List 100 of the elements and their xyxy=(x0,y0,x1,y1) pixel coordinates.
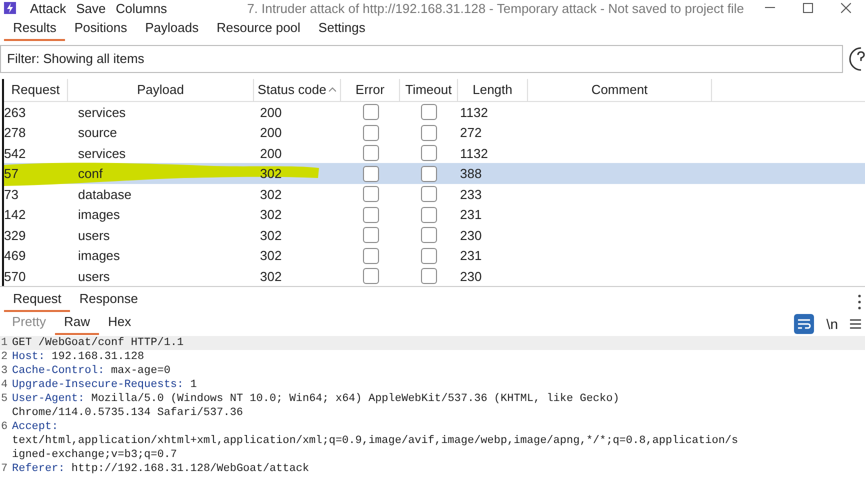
column-header[interactable]: Status code xyxy=(254,78,341,101)
table-cell-text: 57 xyxy=(4,165,20,184)
app-logo-icon xyxy=(4,2,16,14)
table-cell-text: 302 xyxy=(259,247,283,266)
column-header[interactable]: Length xyxy=(458,78,528,101)
table-row[interactable]: 278 source 200 272 xyxy=(4,122,865,143)
table-cell-text: 302 xyxy=(259,206,283,224)
tab[interactable]: Pretty xyxy=(3,314,55,335)
table-row[interactable]: 329 users 302 230 xyxy=(4,224,865,246)
code-line: Accept: xyxy=(12,420,60,434)
table-cell-text: conf xyxy=(77,165,104,184)
filter-bar[interactable]: Filter: Showing all items xyxy=(0,44,843,73)
table-cell-text: source xyxy=(77,124,118,142)
checkbox[interactable] xyxy=(362,124,378,141)
maximize-icon[interactable] xyxy=(803,3,813,14)
menu-item[interactable]: Save xyxy=(76,0,106,16)
checkbox[interactable] xyxy=(421,145,437,162)
table-cell-text: 231 xyxy=(459,206,483,224)
checkbox[interactable] xyxy=(362,227,378,244)
table-cell-text: 1132 xyxy=(459,144,489,163)
sort-caret-icon xyxy=(329,87,336,92)
code-line: Chrome/114.0.5735.134 Safari/537.36 xyxy=(12,406,244,420)
table-cell-text: 302 xyxy=(259,226,283,245)
table-cell-text: 200 xyxy=(259,104,283,122)
checkbox[interactable] xyxy=(362,186,378,202)
checkbox[interactable] xyxy=(362,145,378,162)
table-cell-text: 329 xyxy=(4,226,27,245)
wrap-lines-icon[interactable] xyxy=(794,314,814,334)
table-cell-text: 388 xyxy=(459,165,483,184)
line-number: 5 xyxy=(0,392,9,406)
tab[interactable]: Payloads xyxy=(136,20,208,41)
tab[interactable]: Request xyxy=(4,291,70,312)
table-cell-text: 233 xyxy=(459,186,483,204)
checkbox[interactable] xyxy=(421,268,437,284)
tab[interactable]: Response xyxy=(70,291,147,312)
table-row[interactable]: 263 services 200 1132 xyxy=(4,102,865,122)
code-line: Cache-Control: max-age=0 xyxy=(12,364,172,378)
column-header[interactable]: Payload xyxy=(68,78,254,101)
tab[interactable]: Hex xyxy=(98,314,140,335)
close-icon[interactable] xyxy=(841,3,851,14)
checkbox[interactable] xyxy=(421,206,437,223)
table-cell-text: services xyxy=(77,104,127,122)
code-line: Referer: http://192.168.31.128/WebGoat/attack xyxy=(12,462,310,476)
code-line: text/html,application/xhtml+xml,application/xml;q=0.9,image/avif,image/webp,image/apng,*/*;q=0.8,application/s xyxy=(12,434,740,448)
table-cell-text: 230 xyxy=(459,268,483,286)
column-header[interactable]: Error xyxy=(341,78,400,101)
table-cell-text: 231 xyxy=(459,247,483,266)
checkbox[interactable] xyxy=(421,124,437,141)
checkbox[interactable] xyxy=(362,166,378,182)
checkbox[interactable] xyxy=(421,248,437,264)
table-cell-text: 278 xyxy=(4,124,27,142)
table-cell-text: 570 xyxy=(4,268,27,286)
checkbox[interactable] xyxy=(362,104,378,120)
table-cell-text: 302 xyxy=(259,268,283,286)
table-cell-text: users xyxy=(77,226,111,245)
tab[interactable]: Positions xyxy=(65,20,136,41)
table-cell-text: 230 xyxy=(459,226,483,245)
table-cell-text: 142 xyxy=(4,206,27,224)
table-cell-text: 1132 xyxy=(459,104,489,122)
checkbox[interactable] xyxy=(362,206,378,223)
column-header[interactable]: Comment xyxy=(528,78,712,101)
column-header[interactable]: Timeout xyxy=(400,78,458,101)
line-number: 3 xyxy=(0,364,9,378)
line-number: 4 xyxy=(0,378,9,392)
checkbox[interactable] xyxy=(421,104,437,120)
checkbox[interactable] xyxy=(421,227,437,244)
code-line: Host: 192.168.31.128 xyxy=(12,350,146,364)
table-cell-text: images xyxy=(77,206,121,224)
tab[interactable]: Settings xyxy=(309,20,374,41)
menu-item[interactable]: Columns xyxy=(116,0,168,16)
table-row[interactable]: 469 images 302 231 xyxy=(4,245,865,266)
column-header[interactable]: Request xyxy=(4,78,68,101)
table-cell-text: 302 xyxy=(259,186,283,204)
table-cell-text: 73 xyxy=(4,186,20,204)
line-number: 2 xyxy=(0,350,9,364)
code-line: User-Agent: Mozilla/5.0 (Windows NT 10.0; Win64; x64) AppleWebKit/537.36 (KHTML, like Gecko) xyxy=(12,392,620,406)
more-options-icon[interactable] xyxy=(858,294,861,310)
menu-item[interactable]: Attack xyxy=(30,0,66,16)
line-number: 1 xyxy=(0,336,9,350)
table-cell-text: 542 xyxy=(4,144,27,163)
table-row[interactable]: 142 images 302 231 xyxy=(4,204,865,225)
window-title: 7. Intruder attack of http://192.168.31.128 - Temporary attack - Not saved to project file xyxy=(247,0,744,16)
table-row[interactable]: 570 users 302 230 xyxy=(4,266,865,286)
tab[interactable]: Resource pool xyxy=(208,20,310,41)
table-cell-text: services xyxy=(77,144,127,163)
table-cell-text: 272 xyxy=(459,124,483,142)
checkbox[interactable] xyxy=(421,166,437,182)
table-cell-text: database xyxy=(77,186,132,204)
checkbox[interactable] xyxy=(421,186,437,202)
help-icon[interactable] xyxy=(849,46,865,71)
checkbox[interactable] xyxy=(362,268,378,284)
menu-icon[interactable] xyxy=(850,319,861,330)
tab[interactable]: Results xyxy=(4,20,66,41)
table-row[interactable]: 542 services 200 1132 xyxy=(4,142,865,164)
table-row[interactable]: 73 database 302 233 xyxy=(4,184,865,204)
checkbox[interactable] xyxy=(362,248,378,264)
minimize-icon[interactable] xyxy=(765,7,775,10)
newline-toggle[interactable]: \n xyxy=(826,316,838,332)
code-line: igned-exchange;v=b3;q=0.7 xyxy=(12,448,178,462)
table-cell-text: 263 xyxy=(4,104,27,122)
